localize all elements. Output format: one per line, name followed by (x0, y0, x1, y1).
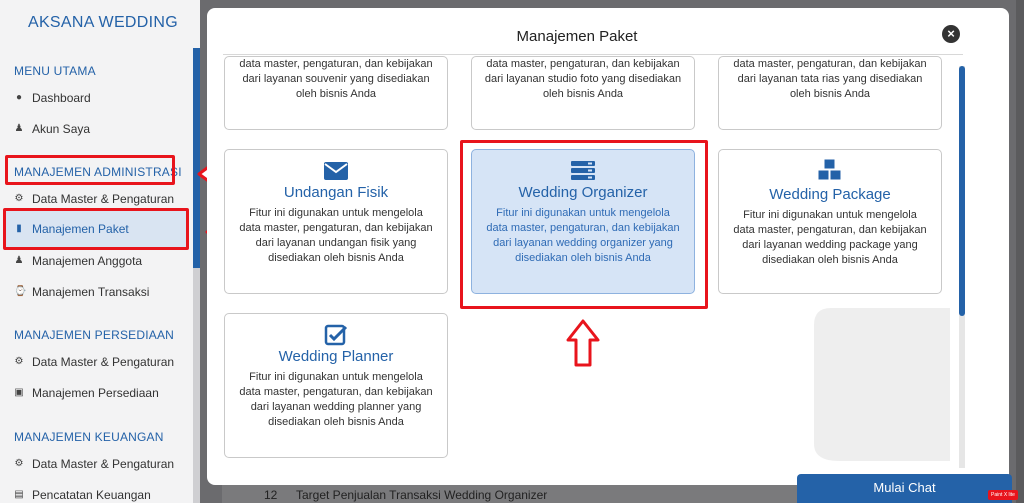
gears-icon: ⚙ (14, 193, 24, 204)
sidebar-item-data-master-administrasi[interactable]: ⚙ Data Master & Pengaturan (14, 192, 175, 206)
sidebar-item-akun-saya[interactable]: ♟ Akun Saya (14, 122, 91, 136)
card-souvenir[interactable]: data master, pengaturan, dan kebijakan d… (224, 56, 448, 130)
users-icon: ♟ (14, 255, 24, 266)
sidebar-item-dashboard[interactable]: ● Dashboard (14, 91, 91, 105)
card-description: data master, pengaturan, dan kebijakan d… (484, 58, 682, 100)
card-description: data master, pengaturan, dan kebijakan d… (239, 58, 433, 100)
card-title: Wedding Package (769, 186, 891, 203)
table-row: 12 Target Penjualan Transaksi Wedding Or… (222, 482, 802, 503)
card-wedding-planner[interactable]: Wedding Planner Fitur ini digunakan untu… (224, 313, 448, 458)
modal-header-divider (223, 54, 963, 55)
sidebar-item-data-master-persediaan[interactable]: ⚙ Data Master & Pengaturan (14, 355, 175, 369)
sidebar-item-label: Data Master & Pengaturan (32, 457, 175, 471)
card-tata-rias[interactable]: data master, pengaturan, dan kebijakan d… (718, 56, 942, 130)
page-scrollbar[interactable] (1016, 0, 1024, 503)
card-title: Wedding Planner (278, 348, 394, 365)
sidebar-item-label: Akun Saya (32, 122, 91, 136)
section-manajemen-persediaan: MANAJEMEN PERSEDIAAN (14, 328, 175, 342)
card-description: Fitur ini digunakan untuk mengelola data… (239, 207, 433, 264)
annotation-box-wedding-organizer (460, 140, 708, 309)
cart-icon: ⌚ (14, 286, 27, 297)
sidebar-item-manajemen-anggota[interactable]: ♟ Manajemen Anggota (14, 254, 143, 268)
annotation-box-manajemen-paket (3, 208, 189, 250)
sidebar-item-label: Pencatatan Keuangan (32, 488, 151, 502)
annotation-arrow-up-icon (566, 319, 600, 367)
modal-title: Manajemen Paket (516, 28, 638, 45)
card-wedding-package[interactable]: Wedding Package Fitur ini digunakan untu… (718, 149, 942, 294)
sidebar-item-data-master-keuangan[interactable]: ⚙ Data Master & Pengaturan (14, 457, 175, 471)
envelope-icon (324, 162, 348, 180)
sidebar-item-label: Manajemen Anggota (32, 254, 143, 268)
row-text: Target Penjualan Transaksi Wedding Organ… (296, 488, 548, 502)
user-icon: ♟ (14, 123, 24, 134)
annotation-box-administrasi (5, 155, 175, 185)
money-icon: ▤ (14, 489, 24, 500)
gears-icon: ⚙ (14, 458, 24, 469)
cubes-icon (817, 158, 842, 181)
sidebar-item-label: Manajemen Persediaan (32, 386, 159, 400)
sidebar-item-label: Data Master & Pengaturan (32, 355, 175, 369)
book-watermark-icon (814, 308, 950, 461)
modal-scrollbar-thumb[interactable] (959, 66, 965, 316)
sidebar-item-manajemen-persediaan[interactable]: ▣ Manajemen Persediaan (14, 386, 159, 400)
card-studio-foto[interactable]: data master, pengaturan, dan kebijakan d… (471, 56, 695, 130)
sidebar: AKSANA WEDDING MENU UTAMA ● Dashboard ♟ … (0, 0, 200, 503)
card-undangan-fisik[interactable]: Undangan Fisik Fitur ini digunakan untuk… (224, 149, 448, 294)
row-number: 12 (264, 488, 278, 502)
globe-icon: ● (15, 92, 23, 103)
cubes-icon: ▣ (14, 387, 24, 398)
section-manajemen-keuangan: MANAJEMEN KEUANGAN (14, 430, 164, 444)
sidebar-item-label: Manajemen Transaksi (32, 285, 150, 299)
paint-x-lite-badge: Paint X lite (988, 490, 1018, 500)
sidebar-item-label: Data Master & Pengaturan (32, 192, 175, 206)
card-description: data master, pengaturan, dan kebijakan d… (733, 58, 927, 100)
section-menu-utama: MENU UTAMA (14, 64, 96, 78)
check-square-icon (324, 324, 348, 346)
sidebar-item-pencatatan-keuangan[interactable]: ▤ Pencatatan Keuangan (14, 488, 151, 502)
close-icon[interactable]: × (942, 25, 960, 43)
card-description: Fitur ini digunakan untuk mengelola data… (733, 209, 927, 266)
gears-icon: ⚙ (14, 356, 24, 367)
brand-logo-text: AKSANA WEDDING (27, 14, 178, 31)
card-title: Undangan Fisik (283, 184, 389, 201)
sidebar-item-label: Dashboard (32, 91, 91, 105)
card-description: Fitur ini digunakan untuk mengelola data… (239, 371, 433, 428)
sidebar-item-manajemen-transaksi[interactable]: ⌚ Manajemen Transaksi (14, 285, 149, 299)
start-chat-button[interactable]: Mulai Chat (797, 474, 1012, 503)
